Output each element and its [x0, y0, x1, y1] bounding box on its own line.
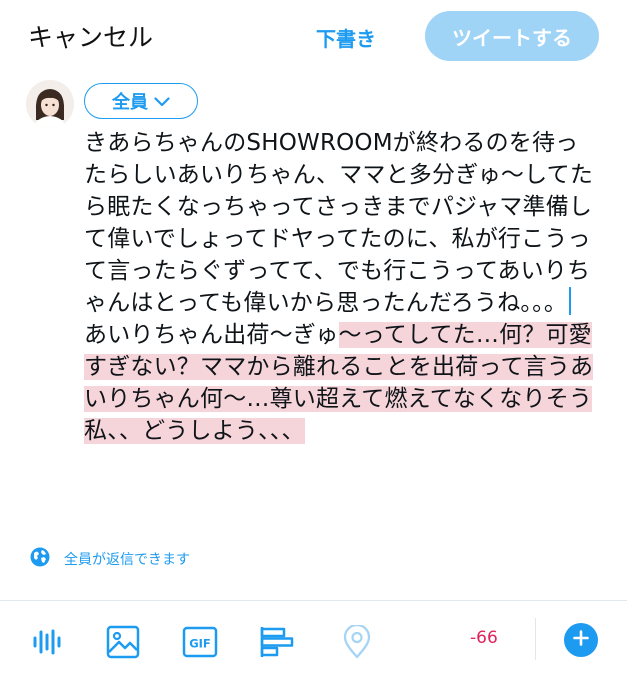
gif-label: GIF: [189, 637, 211, 651]
drafts-button[interactable]: 下書き: [316, 23, 376, 52]
plus-icon: [573, 630, 589, 650]
chevron-down-icon: [154, 91, 170, 112]
overflow-line: すぎない？ママから離れることを出荷って言うあ: [84, 351, 614, 383]
overflow-text: いりちゃん何〜…尊い超えて燃えてなくなりそう: [84, 386, 593, 412]
overflow-text: すぎない？ママから離れることを出荷って言うあ: [84, 354, 594, 380]
gif-icon[interactable]: GIF: [180, 623, 220, 661]
text-line-with-caret: ゃんはとっても偉いから思ったんだろうね。。。: [84, 287, 614, 319]
text-line: あいりちゃん出荷〜ぎゅ〜ってしてた…何？可愛: [84, 319, 614, 351]
compose-header: キャンセル 下書き ツイートする: [0, 0, 627, 72]
text-segment: あいりちゃん出荷〜ぎゅ: [84, 322, 339, 348]
overflow-text: 私、、どうしよう、、、: [84, 418, 305, 444]
location-icon[interactable]: [337, 623, 377, 661]
add-tweet-button[interactable]: [564, 623, 598, 657]
text-segment: ゃんはとっても偉いから思ったんだろうね。。。: [84, 290, 568, 316]
toolbar-separator: [535, 618, 536, 660]
text-line: たらしいあいりちゃん、ママと多分ぎゅ〜してた: [84, 162, 594, 188]
poll-icon[interactable]: [257, 623, 297, 661]
reply-setting-button[interactable]: 全員が返信できます: [30, 547, 190, 571]
audience-label: 全員: [112, 92, 148, 113]
overflow-line: 私、、どうしよう、、、: [84, 415, 614, 447]
cancel-button[interactable]: キャンセル: [28, 18, 153, 54]
audience-selector[interactable]: 全員: [84, 83, 198, 119]
text-line: きあらちゃんのSHOWROOMが終わるのを待っ: [84, 130, 579, 156]
compose-toolbar: GIF: [0, 601, 627, 680]
tweet-button[interactable]: ツイートする: [425, 11, 599, 61]
tweet-text-area[interactable]: きあらちゃんのSHOWROOMが終わるのを待っ たらしいあいりちゃん、ママと多分…: [84, 127, 614, 447]
character-counter: -66: [470, 628, 498, 648]
voice-tweet-icon[interactable]: [26, 623, 66, 661]
reply-setting-label: 全員が返信できます: [64, 552, 190, 568]
overflow-line: いりちゃん何〜…尊い超えて燃えてなくなりそう: [84, 383, 614, 415]
image-icon[interactable]: [103, 623, 143, 661]
globe-icon: [30, 547, 50, 571]
text-line: て偉いでしょってドヤってたのに、私が行こうっ: [84, 226, 591, 252]
text-line: ら眠たくなっちゃってさっきまでパジャマ準備し: [84, 194, 593, 220]
text-caret: [569, 287, 572, 315]
text-line: て言ったらぐずってて、でも行こうってあいりち: [84, 258, 591, 284]
avatar: [26, 80, 74, 128]
overflow-text: 〜ってしてた…何？可愛: [338, 322, 592, 348]
